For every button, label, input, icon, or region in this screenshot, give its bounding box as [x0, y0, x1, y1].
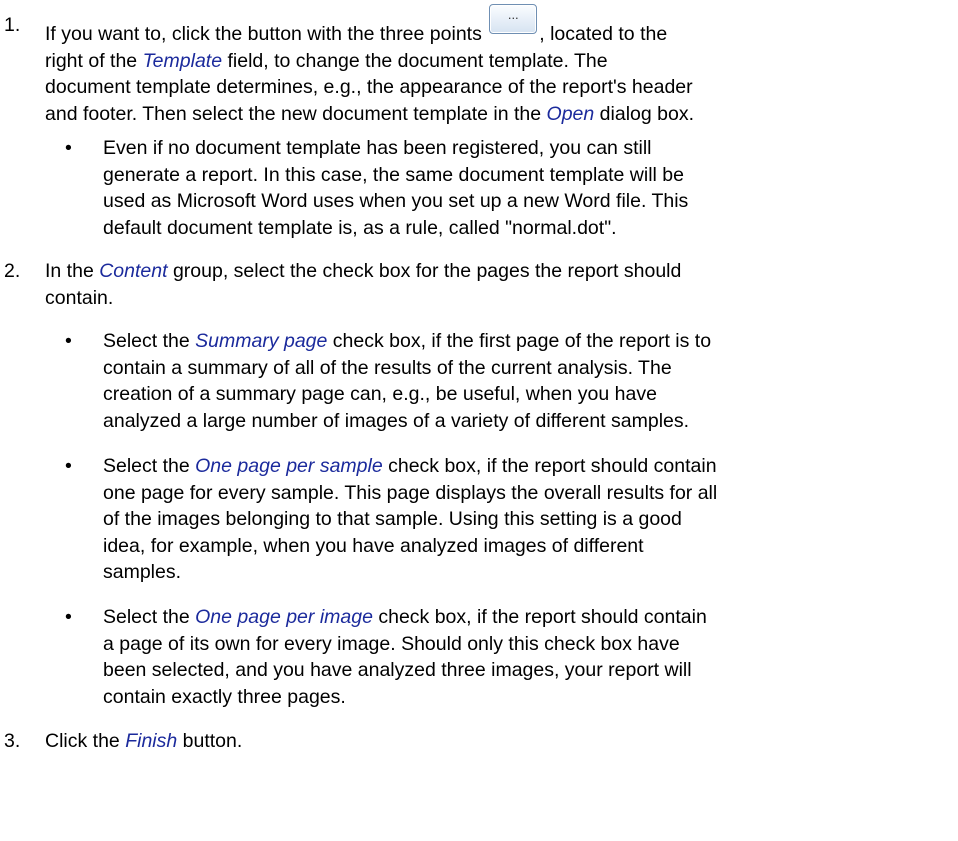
text-segment: check box, if the report should contain — [372, 606, 707, 628]
content-group-reference: Content — [99, 260, 168, 282]
one-page-per-image-reference: One page per image — [195, 606, 373, 628]
text-line: generate a report. In this case, the sam… — [103, 163, 684, 186]
text-segment: Select the — [103, 330, 196, 352]
template-field-reference: Template — [142, 49, 223, 72]
text-segment: button. — [177, 730, 243, 752]
text-line: one page for every sample. This page dis… — [103, 481, 718, 504]
text-line: creation of a summary page can, e.g., be… — [103, 383, 657, 405]
ellipsis-button-icon: ... — [489, 4, 538, 34]
text-segment: Click the — [45, 730, 126, 752]
text-line: used as Microsoft Word uses when you set… — [103, 190, 689, 212]
open-dialog-reference: Open — [546, 102, 595, 125]
text-segment: right of the — [45, 49, 143, 72]
bullet-icon: • — [65, 455, 72, 477]
text-line: of the images belonging to that sample. … — [103, 508, 682, 530]
text-line: idea, for example, when you have analyze… — [103, 534, 644, 557]
text-line: If you want to, click the button with th… — [45, 4, 957, 48]
document-page: 1. If you want to, click the button with… — [0, 0, 958, 841]
step-number: 1. — [4, 14, 21, 36]
text-line: contain exactly three pages. — [103, 685, 346, 708]
summary-page-reference: Summary page — [195, 330, 328, 352]
text-line: been selected, and you have analyzed thr… — [103, 659, 692, 681]
bullet-icon: • — [65, 606, 72, 628]
text-segment: , located to the — [539, 23, 668, 45]
text-segment: and footer. Then select the new document… — [45, 102, 547, 125]
text-line: right of the Template field, to change t… — [45, 48, 957, 75]
text-segment: If you want to, click the button with th… — [45, 23, 488, 45]
text-line: a page of its own for every image. Shoul… — [103, 632, 680, 655]
bullet-text: Even if no document template has been re… — [103, 135, 953, 241]
text-line: In the Content group, select the check b… — [45, 258, 957, 285]
finish-button-reference: Finish — [125, 730, 178, 752]
button-label: ... — [507, 7, 519, 22]
text-line: Even if no document template has been re… — [103, 137, 652, 159]
text-segment: group, select the check box for the page… — [167, 260, 682, 282]
text-segment: check box, if the report should contain — [382, 455, 717, 477]
bullet-text: Select the Summary page check box, if th… — [103, 328, 953, 434]
text-segment: Select the — [103, 606, 196, 628]
bullet-icon: • — [65, 330, 72, 352]
text-line: Click the Finish button. — [45, 728, 957, 755]
text-line: Select the Summary page check box, if th… — [103, 328, 953, 355]
text-line: contain a summary of all of the results … — [103, 356, 672, 379]
bullet-text: Select the One page per image check box,… — [103, 604, 953, 710]
text-line: analyzed a large number of images of a v… — [103, 409, 690, 432]
text-segment: In the — [45, 260, 100, 282]
text-line: and footer. Then select the new document… — [45, 101, 957, 128]
text-line: Select the One page per image check box,… — [103, 604, 953, 631]
bullet-text: Select the One page per sample check box… — [103, 453, 953, 586]
text-segment: dialog box. — [594, 102, 694, 125]
text-line: Select the One page per sample check box… — [103, 453, 953, 480]
text-segment: check box, if the first page of the repo… — [327, 330, 712, 352]
text-line: samples. — [103, 561, 182, 583]
text-segment: Select the — [103, 455, 196, 477]
step-text: Click the Finish button. — [45, 728, 957, 755]
text-line: document template determines, e.g., the … — [45, 76, 693, 98]
step-text: In the Content group, select the check b… — [45, 258, 957, 311]
step-number: 3. — [4, 730, 21, 752]
text-line: default document template is, as a rule,… — [103, 216, 617, 239]
text-line: contain. — [45, 286, 114, 309]
text-segment: field, to change the document template. … — [222, 49, 608, 72]
bullet-icon: • — [65, 137, 72, 159]
step-number: 2. — [4, 260, 21, 282]
one-page-per-sample-reference: One page per sample — [195, 455, 383, 477]
step-text: If you want to, click the button with th… — [45, 4, 957, 128]
